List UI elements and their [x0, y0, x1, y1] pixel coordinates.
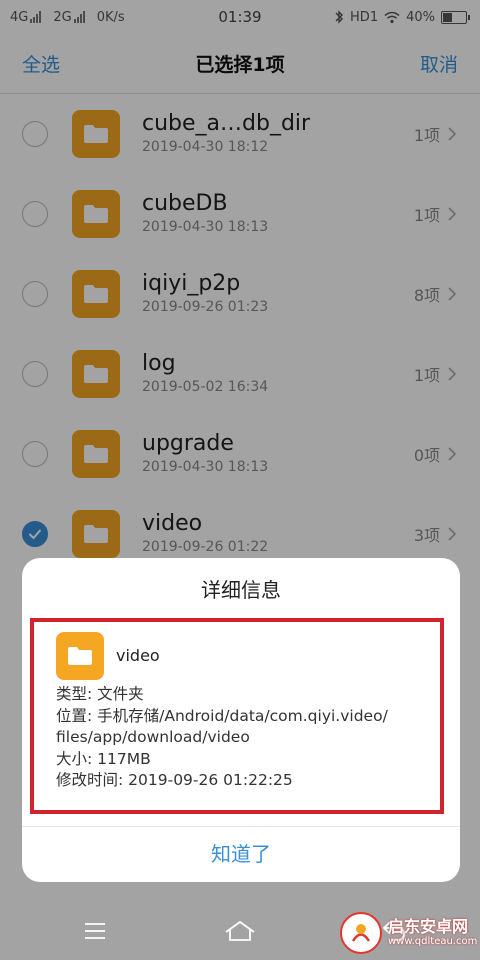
detail-type: 类型: 文件夹 [56, 685, 144, 703]
detail-file-name: video [116, 646, 160, 665]
menu-icon[interactable] [84, 922, 106, 940]
detail-info: 类型: 文件夹 位置: 手机存储/Android/data/com.qiyi.v… [56, 684, 436, 792]
watermark-logo-icon [340, 912, 382, 954]
watermark-brand: 启东安卓网 [388, 917, 469, 936]
details-dialog: 详细信息 video 类型: 文件夹 位置: 手机存储/Android/data… [22, 558, 460, 882]
highlight-box: video 类型: 文件夹 位置: 手机存储/Android/data/com.… [30, 618, 444, 814]
ok-button[interactable]: 知道了 [22, 838, 460, 867]
detail-size: 大小: 117MB [56, 749, 151, 768]
folder-icon [56, 632, 104, 680]
home-icon[interactable] [224, 920, 256, 942]
watermark-url: www.qdlteau.com [388, 936, 478, 947]
dialog-divider [22, 826, 460, 827]
detail-location: 位置: 手机存储/Android/data/com.qiyi.video/ [56, 706, 388, 725]
site-watermark: 启东安卓网 www.qdlteau.com [340, 912, 477, 954]
detail-modified: 修改时间: 2019-09-26 01:22:25 [56, 771, 293, 789]
detail-location-cont: files/app/download/video [56, 728, 250, 746]
dialog-title: 详细信息 [201, 578, 281, 602]
